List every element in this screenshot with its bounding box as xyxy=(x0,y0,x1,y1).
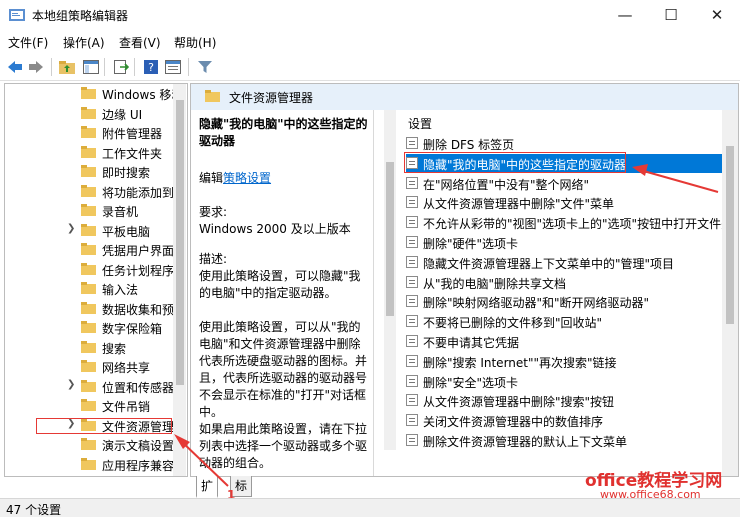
status-text: 47 个设置 xyxy=(6,503,62,517)
status-bar: 47 个设置 xyxy=(0,498,740,517)
annotation-arrows xyxy=(174,164,719,487)
